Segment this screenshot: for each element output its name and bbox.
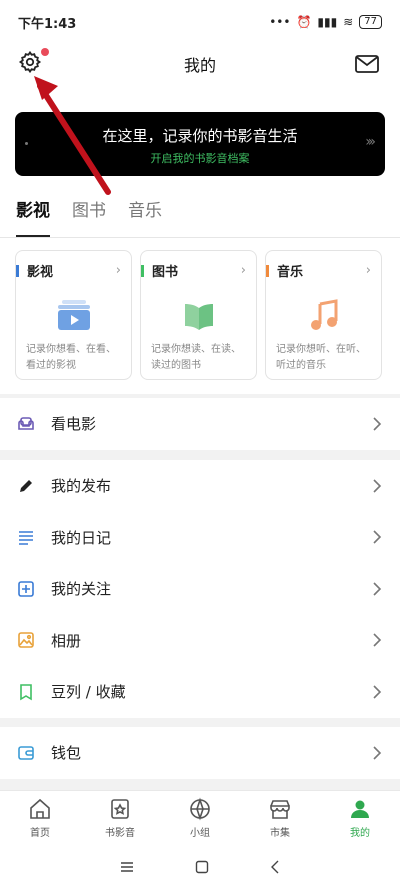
status-icons: ••• ⏰ ▮▮▮ ≋ 77 (269, 15, 382, 29)
page-title: 我的 (183, 56, 216, 75)
tabbar-label: 书影音 (105, 828, 135, 839)
card-accent-bar (16, 264, 19, 277)
plus-square-icon (18, 580, 34, 597)
banner-title: 在这里，记录你的书影音生活 (102, 127, 298, 145)
menu-label: 我的关注 (51, 580, 112, 599)
chevron-right-icon (373, 633, 382, 647)
wifi-icon: ≋ (343, 15, 354, 29)
tab-books[interactable]: 图书 (72, 196, 106, 225)
menu-item-posts[interactable]: 我的发布 (0, 460, 400, 512)
music-note-icon (310, 299, 337, 330)
film-icon (57, 300, 90, 330)
menu-item-doulist[interactable]: 豆列 / 收藏 (0, 666, 400, 718)
tabbar-label: 市集 (270, 828, 290, 839)
bottom-tab-bar: 首页 书影音 小组 市集 我的 (0, 790, 400, 846)
status-time: 下午1:43 (18, 16, 77, 32)
chevron-right-icon (373, 582, 382, 596)
home-square-icon[interactable] (195, 860, 209, 874)
status-bar: 下午1:43 ••• ⏰ ▮▮▮ ≋ 77 (0, 0, 400, 44)
menu-label: 看电影 (51, 415, 97, 434)
image-icon (18, 632, 34, 649)
tabbar-market[interactable]: 市集 (240, 791, 320, 846)
battery-indicator: 77 (359, 15, 382, 29)
bookmark-icon (20, 683, 32, 701)
card-title: 影视 (27, 265, 54, 280)
card-accent-bar (266, 264, 269, 277)
media-cards: 影视 › 记录你想看、在看、看过的影视 图书 › 记录你想读、在读、读过的图书 … (0, 238, 400, 394)
menu-icon[interactable] (120, 861, 134, 873)
list-group-personal: 我的发布 我的日记 我的关注 相册 豆列 / 收藏 (0, 460, 400, 718)
wallet-icon (18, 745, 34, 760)
chevron-right-icon: › (240, 263, 246, 278)
card-description: 记录你想读、在读、读过的图书 (151, 344, 241, 371)
banner-section: 在这里，记录你的书影音生活 开启我的书影音档案 ››› (0, 84, 400, 184)
sofa-icon (18, 416, 34, 430)
tabbar-media[interactable]: 书影音 (80, 791, 160, 846)
person-icon (351, 800, 369, 818)
tabbar-home[interactable]: 首页 (0, 791, 80, 846)
book-icon (184, 304, 213, 330)
list-group-movies: 看电影 (0, 398, 400, 450)
menu-label: 豆列 / 收藏 (51, 683, 126, 702)
card-movies[interactable]: 影视 › 记录你想看、在看、看过的影视 (15, 250, 132, 380)
star-card-icon (111, 799, 129, 819)
tabbar-label: 小组 (190, 828, 210, 839)
tabbar-label: 我的 (350, 828, 370, 839)
card-music[interactable]: 音乐 › 记录你想听、在听、听过的音乐 (265, 250, 382, 380)
pencil-icon (20, 479, 32, 492)
back-icon[interactable] (270, 860, 280, 874)
menu-label: 相册 (51, 631, 82, 650)
tabbar-label: 首页 (30, 828, 50, 839)
notification-dot (41, 48, 49, 56)
chevrons-right-icon: ››› (365, 134, 376, 150)
menu-item-diary[interactable]: 我的日记 (0, 512, 400, 564)
card-title: 音乐 (277, 265, 304, 280)
card-title: 图书 (152, 265, 179, 280)
chevron-right-icon (373, 530, 382, 544)
chevron-right-icon (373, 479, 382, 493)
menu-item-album[interactable]: 相册 (0, 615, 400, 667)
menu-label: 我的发布 (51, 477, 112, 496)
lines-icon (19, 531, 33, 546)
banner-dot (25, 142, 28, 145)
card-books[interactable]: 图书 › 记录你想读、在读、读过的图书 (140, 250, 257, 380)
tab-movies[interactable]: 影视 (16, 196, 50, 237)
dots-icon: ••• (269, 15, 291, 29)
chevron-right-icon (373, 417, 382, 431)
chevron-right-icon (373, 685, 382, 699)
messages-button[interactable] (354, 51, 380, 77)
gear-icon (18, 50, 42, 74)
menu-label: 我的日记 (51, 528, 112, 547)
media-tabs: 影视 图书 音乐 (0, 184, 400, 238)
settings-button[interactable] (18, 48, 49, 78)
menu-item-wallet[interactable]: 钱包 (0, 727, 400, 779)
header: 我的 (0, 44, 400, 84)
shop-icon (270, 800, 290, 819)
list-group-wallet: 钱包 (0, 727, 400, 779)
archive-banner[interactable]: 在这里，记录你的书影音生活 开启我的书影音档案 ››› (15, 112, 385, 176)
tabbar-me[interactable]: 我的 (320, 791, 400, 846)
chevron-right-icon: › (365, 263, 371, 278)
menu-label: 钱包 (51, 744, 82, 763)
signal-icon: ▮▮▮ (317, 15, 338, 29)
alarm-icon: ⏰ (296, 15, 312, 29)
home-icon (30, 798, 50, 819)
chevron-right-icon (373, 746, 382, 760)
tab-music[interactable]: 音乐 (128, 196, 162, 225)
group-icon (190, 797, 210, 821)
chevron-right-icon: › (115, 263, 121, 278)
menu-item-follow[interactable]: 我的关注 (0, 563, 400, 615)
mail-icon (355, 55, 379, 73)
menu-item-movie[interactable]: 看电影 (0, 398, 400, 450)
card-accent-bar (141, 264, 144, 277)
tabbar-groups[interactable]: 小组 (160, 791, 240, 846)
card-description: 记录你想听、在听、听过的音乐 (276, 344, 366, 371)
system-nav-bar (0, 846, 400, 888)
card-description: 记录你想看、在看、看过的影视 (26, 344, 116, 371)
banner-subtitle: 开启我的书影音档案 (150, 152, 250, 165)
